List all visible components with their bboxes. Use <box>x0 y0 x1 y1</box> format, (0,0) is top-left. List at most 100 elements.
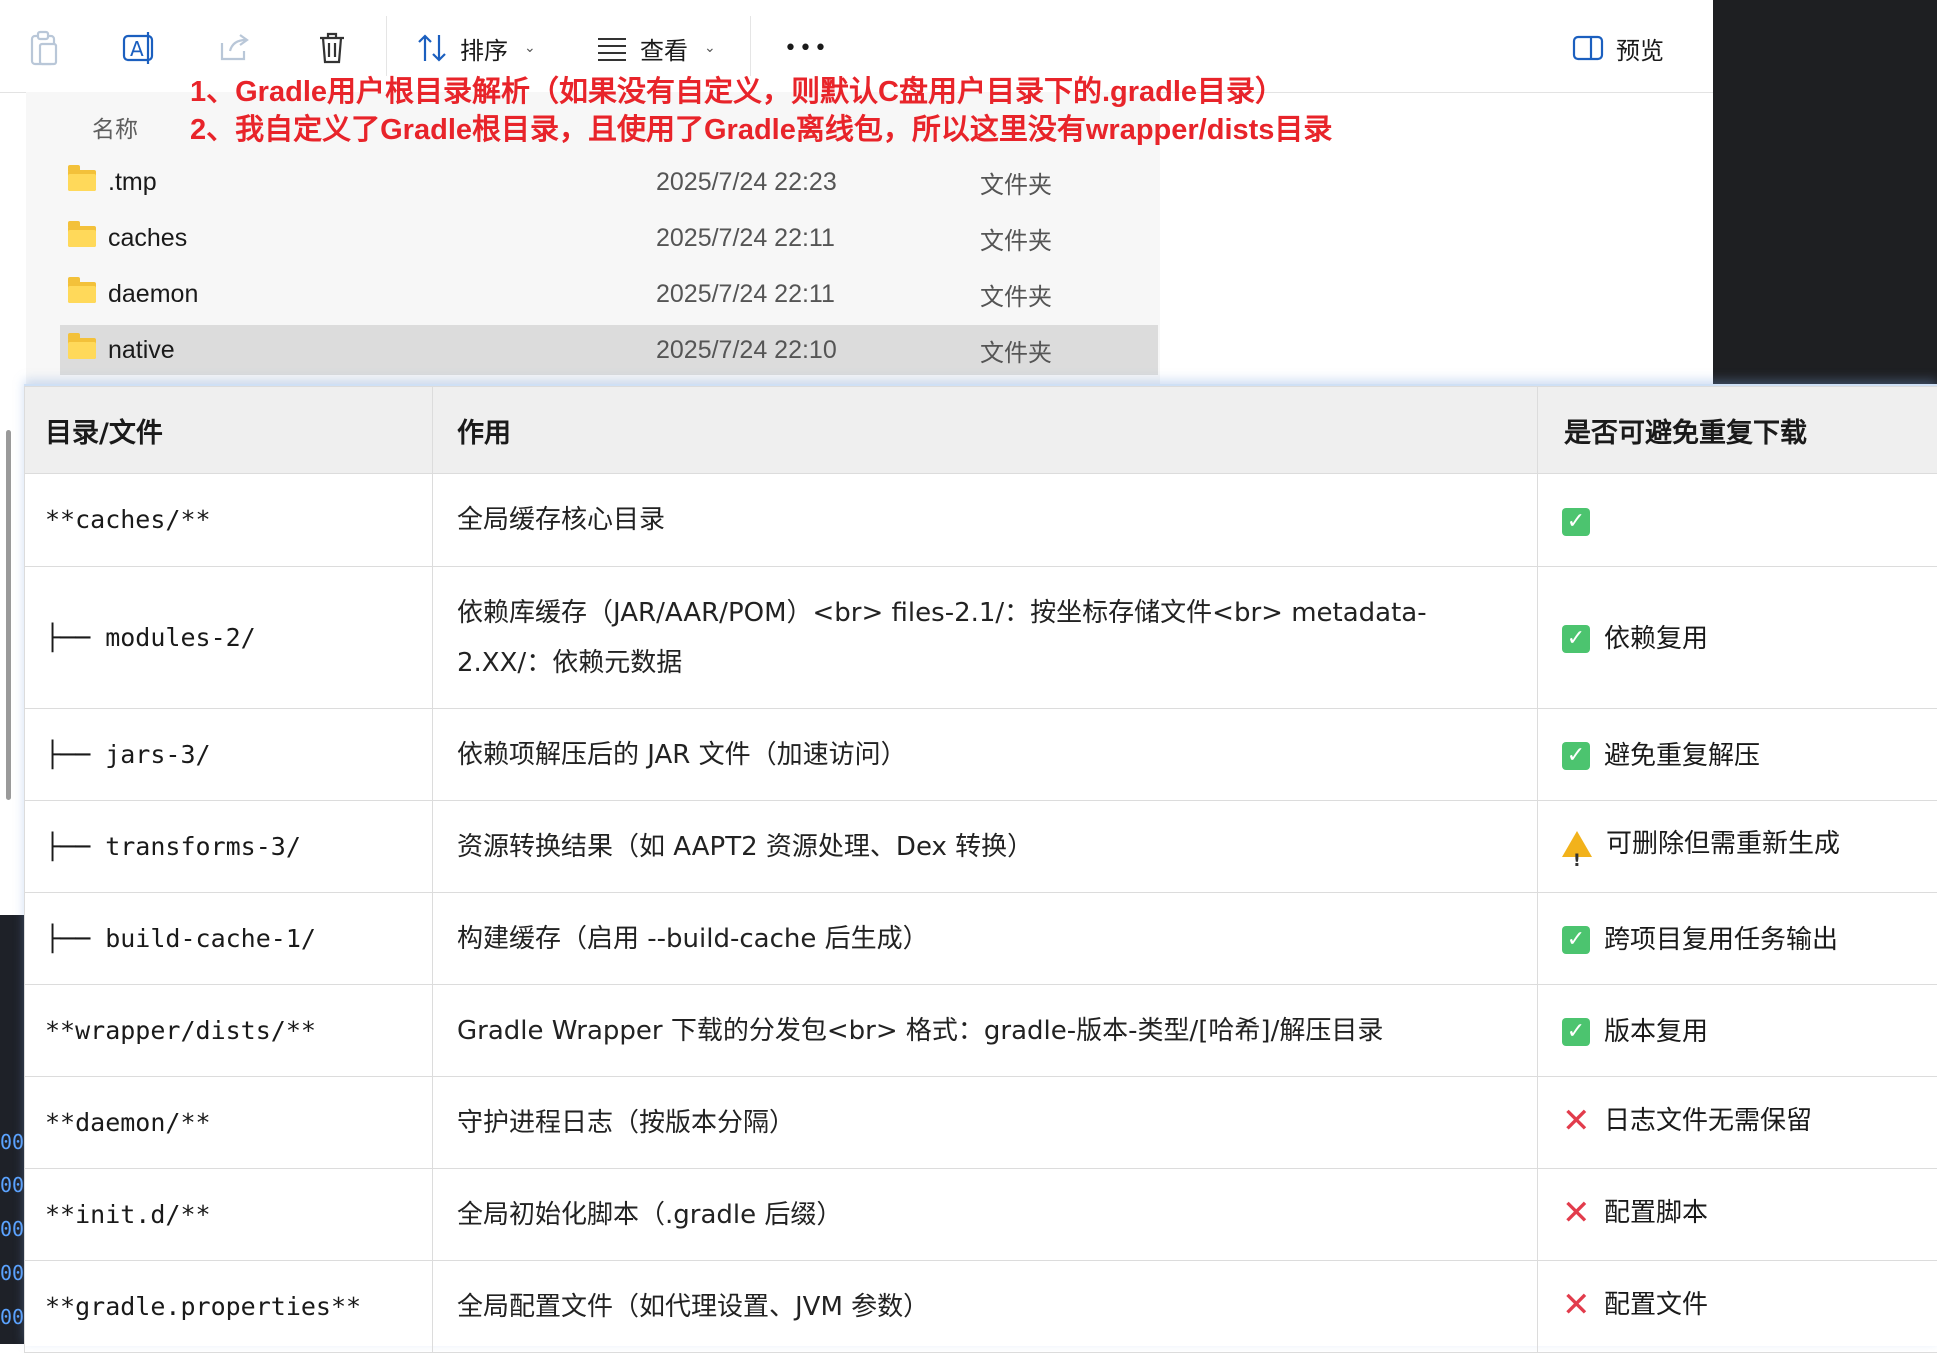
status-cell: ✕ 配置文件 <box>1538 1261 1937 1353</box>
check-icon: ✓ <box>1562 625 1590 653</box>
cross-icon: ✕ <box>1562 1199 1590 1227</box>
file-type: 文件夹 <box>980 221 1052 256</box>
cross-icon: ✕ <box>1562 1107 1590 1135</box>
path-cell: **gradle.properties** <box>25 1261 433 1353</box>
line-number-fragment: 00 <box>0 1305 24 1329</box>
sort-label: 排序 <box>460 31 508 66</box>
check-icon: ✓ <box>1562 508 1590 536</box>
column-header-purpose: 作用 <box>433 387 1538 474</box>
sort-icon <box>416 33 448 63</box>
annotation-line-2: 2、我自定义了Gradle根目录，且使用了Gradle离线包，所以这里没有wra… <box>190 106 1332 148</box>
line-number-fragment: 00 <box>0 1173 24 1197</box>
line-number-fragment: 00 <box>0 1130 24 1154</box>
path-cell: ├── build-cache-1/ <box>25 893 433 985</box>
view-icon <box>596 35 628 61</box>
table-row: **wrapper/dists/** Gradle Wrapper 下载的分发包… <box>25 985 1937 1077</box>
status-cell: ✕ 配置脚本 <box>1538 1169 1937 1261</box>
line-number-fragment: 00 <box>0 1261 24 1285</box>
status-cell: ! 可删除但需重新生成 <box>1538 801 1937 893</box>
file-type: 文件夹 <box>980 165 1052 200</box>
file-date: 2025/7/24 22:11 <box>656 224 835 253</box>
warning-icon: ! <box>1562 831 1592 857</box>
preview-pane-icon <box>1572 35 1604 61</box>
purpose-cell: 守护进程日志（按版本分隔） <box>433 1077 1538 1169</box>
status-cell: ✓ 跨项目复用任务输出 <box>1538 893 1937 985</box>
purpose-cell: 全局配置文件（如代理设置、JVM 参数） <box>433 1261 1538 1353</box>
chevron-down-icon: ⌄ <box>524 40 536 56</box>
toolbar-separator <box>750 16 751 76</box>
scrollbar[interactable] <box>6 430 11 800</box>
path-cell: **wrapper/dists/** <box>25 985 433 1077</box>
status-text: 跨项目复用任务输出 <box>1604 915 1838 965</box>
file-row-selected[interactable]: native 2025/7/24 22:10 文件夹 <box>60 325 1158 375</box>
status-text: 可删除但需重新生成 <box>1606 819 1840 869</box>
status-text: 避免重复解压 <box>1604 731 1760 781</box>
preview-label: 预览 <box>1616 31 1664 66</box>
status-cell: ✕ 日志文件无需保留 <box>1538 1077 1937 1169</box>
file-date: 2025/7/24 22:23 <box>656 168 837 197</box>
status-text: 配置文件 <box>1604 1280 1708 1330</box>
file-row[interactable]: daemon 2025/7/24 22:11 文件夹 <box>60 269 1158 319</box>
path-cell: ├── transforms-3/ <box>25 801 433 893</box>
background-editor-strip: 00 00 00 00 00 <box>0 915 26 1344</box>
path-cell: ├── jars-3/ <box>25 709 433 801</box>
rename-icon[interactable]: A <box>120 28 160 68</box>
path-cell: **caches/** <box>25 474 433 567</box>
file-type: 文件夹 <box>980 277 1052 312</box>
svg-text:A: A <box>130 37 144 61</box>
file-row[interactable]: .tmp 2025/7/24 22:23 文件夹 <box>60 157 1158 207</box>
status-cell: ✓ 依赖复用 <box>1538 567 1937 709</box>
share-icon[interactable] <box>215 28 255 68</box>
check-icon: ✓ <box>1562 1018 1590 1046</box>
status-cell: ✓ 版本复用 <box>1538 985 1937 1077</box>
file-name: caches <box>108 224 187 253</box>
delete-icon[interactable] <box>312 28 352 68</box>
annotation-line-1: 1、Gradle用户根目录解析（如果没有自定义，则默认C盘用户目录下的.grad… <box>190 68 1284 110</box>
check-icon: ✓ <box>1562 926 1590 954</box>
folder-icon <box>68 170 96 191</box>
purpose-cell: 资源转换结果（如 AAPT2 资源处理、Dex 转换） <box>433 801 1538 893</box>
table-row: **gradle.properties** 全局配置文件（如代理设置、JVM 参… <box>25 1261 1937 1353</box>
status-text: 依赖复用 <box>1604 614 1708 664</box>
more-options-button[interactable]: ••• <box>784 26 829 70</box>
file-type: 文件夹 <box>980 333 1052 368</box>
status-text: 配置脚本 <box>1604 1188 1708 1238</box>
status-text: 版本复用 <box>1604 1007 1708 1057</box>
file-name: .tmp <box>108 168 157 197</box>
view-button[interactable]: 查看 ⌄ <box>596 26 716 70</box>
status-cell: ✓ 避免重复解压 <box>1538 709 1937 801</box>
table-row: **daemon/** 守护进程日志（按版本分隔） ✕ 日志文件无需保留 <box>25 1077 1937 1169</box>
sort-button[interactable]: 排序 ⌄ <box>416 26 536 70</box>
table-row: ├── transforms-3/ 资源转换结果（如 AAPT2 资源处理、De… <box>25 801 1937 893</box>
check-icon: ✓ <box>1562 742 1590 770</box>
cross-icon: ✕ <box>1562 1291 1590 1319</box>
table-row: **init.d/** 全局初始化脚本（.gradle 后缀） ✕配置脚本 <box>25 1169 1937 1261</box>
purpose-cell: 全局缓存核心目录 <box>433 474 1538 567</box>
column-header-name[interactable]: 名称 <box>92 110 138 144</box>
folder-icon <box>68 226 96 247</box>
line-number-fragment: 00 <box>0 1217 24 1241</box>
folder-icon <box>68 282 96 303</box>
column-header-avoid-redownload: 是否可避免重复下载 <box>1538 387 1937 474</box>
preview-pane-button[interactable]: 预览 <box>1572 26 1664 70</box>
more-icon: ••• <box>784 36 829 61</box>
toolbar-separator <box>386 16 387 76</box>
purpose-cell: 全局初始化脚本（.gradle 后缀） <box>433 1169 1538 1261</box>
table-row: ├── build-cache-1/ 构建缓存（启用 --build-cache… <box>25 893 1937 985</box>
file-row[interactable]: caches 2025/7/24 22:11 文件夹 <box>60 213 1158 263</box>
purpose-cell: Gradle Wrapper 下载的分发包<br> 格式：gradle-版本-类… <box>433 985 1538 1077</box>
chevron-down-icon: ⌄ <box>704 40 716 56</box>
purpose-cell: 依赖库缓存（JAR/AAR/POM）<br> files-2.1/：按坐标存储文… <box>433 567 1538 709</box>
paste-icon[interactable] <box>24 28 64 68</box>
table-row: ├── jars-3/ 依赖项解压后的 JAR 文件（加速访问） ✓ 避免重复解压 <box>25 709 1937 801</box>
status-text: 日志文件无需保留 <box>1604 1096 1812 1146</box>
folder-icon <box>68 338 96 359</box>
table-row: ├── modules-2/ 依赖库缓存（JAR/AAR/POM）<br> fi… <box>25 567 1937 709</box>
path-cell: **daemon/** <box>25 1077 433 1169</box>
path-cell: ├── modules-2/ <box>25 567 433 709</box>
table-header-row: 目录/文件 作用 是否可避免重复下载 <box>25 387 1937 474</box>
purpose-cell: 依赖项解压后的 JAR 文件（加速访问） <box>433 709 1538 801</box>
file-date: 2025/7/24 22:11 <box>656 280 835 309</box>
purpose-cell: 构建缓存（启用 --build-cache 后生成） <box>433 893 1538 985</box>
table-row: **caches/** 全局缓存核心目录 ✓ <box>25 474 1937 567</box>
